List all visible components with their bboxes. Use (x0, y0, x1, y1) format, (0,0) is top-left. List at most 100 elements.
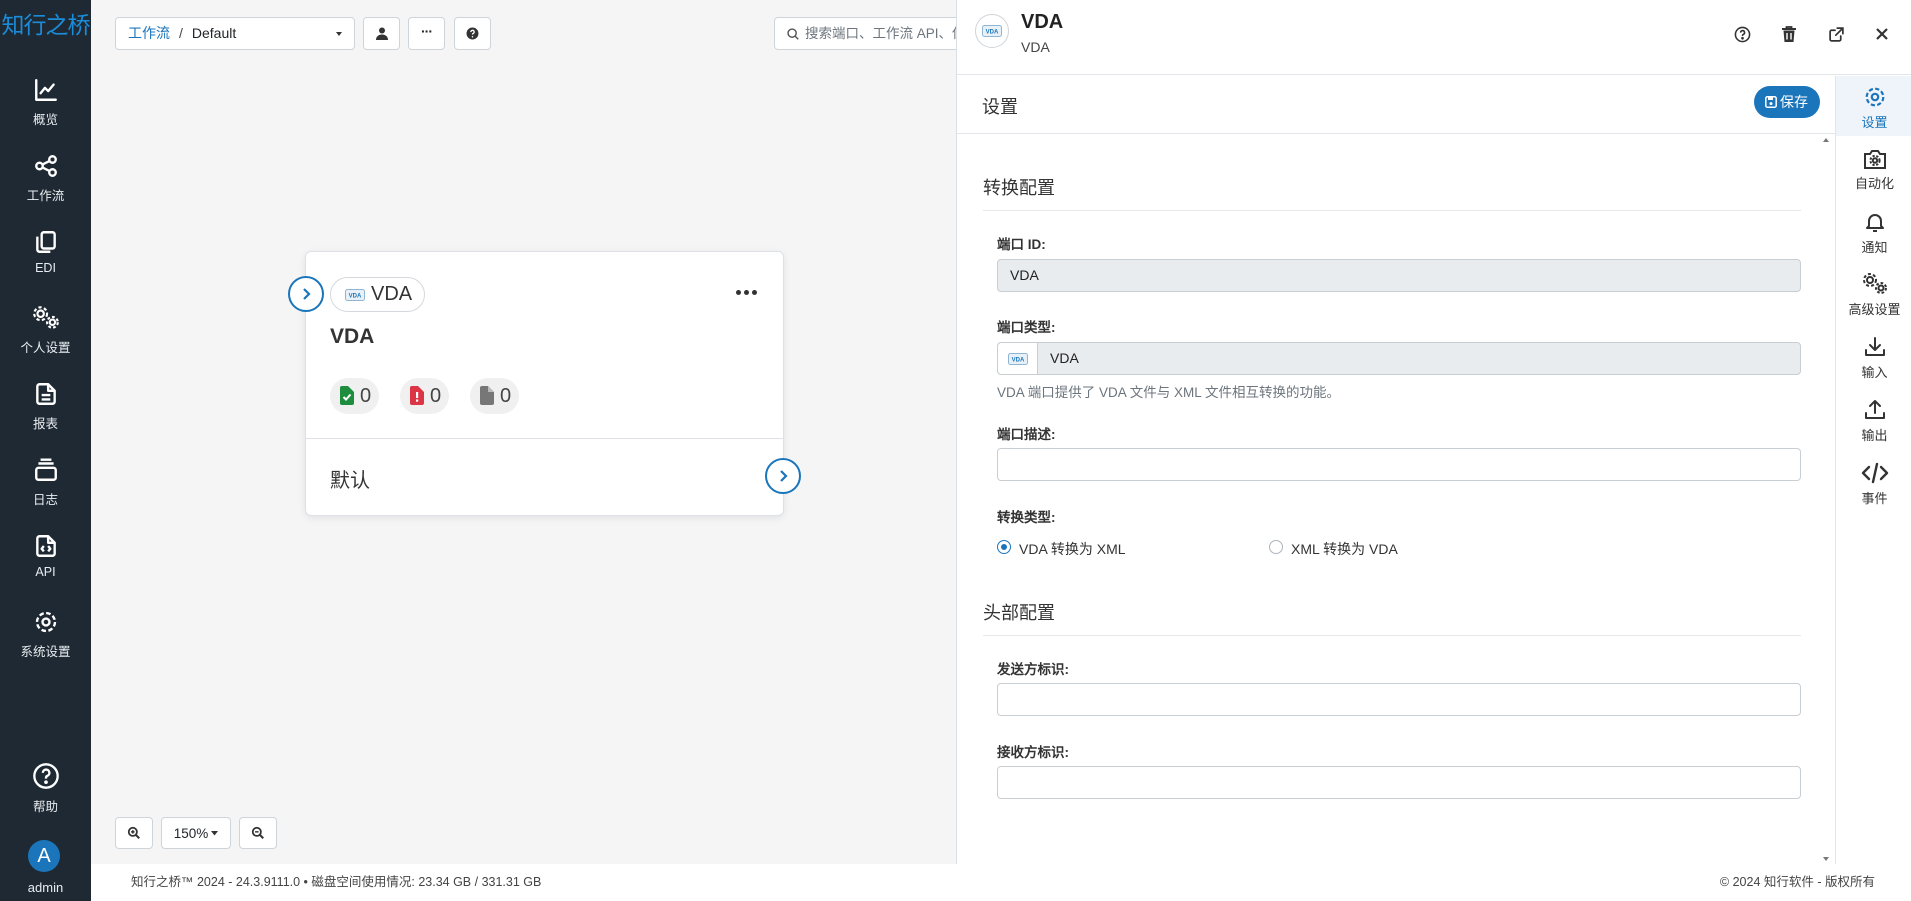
tab-output[interactable]: 输出 (1836, 398, 1911, 444)
help-button[interactable] (454, 17, 491, 50)
sidebar-item-label: 帮助 (32, 800, 58, 814)
connection-label: 默认 (330, 470, 370, 492)
close-icon (1876, 28, 1888, 40)
port-description-textarea[interactable] (997, 448, 1801, 481)
error-count-badge[interactable]: 0 (400, 378, 450, 414)
port-type-label: VDA (371, 283, 413, 305)
sidebar-item-help[interactable]: 帮助 (0, 762, 91, 826)
sidebar-item-label: 系统设置 (20, 645, 71, 659)
pending-count: 0 (500, 385, 512, 407)
tab-settings[interactable]: 设置 (1836, 76, 1911, 136)
camera-gear-icon (1863, 150, 1886, 169)
file-check-icon (340, 386, 354, 405)
scroll-down-arrow[interactable] (1823, 857, 1829, 861)
svg-text:VDA: VDA (1011, 357, 1024, 363)
tab-label: 输出 (1861, 428, 1888, 443)
sidebar-item-api[interactable]: API (0, 533, 91, 597)
success-count: 0 (360, 385, 372, 407)
sidebar-item-edi[interactable]: EDI (0, 229, 91, 293)
sidebar-item-system-settings[interactable]: 系统设置 (0, 609, 91, 673)
panel-help-button[interactable] (1730, 22, 1754, 46)
user-filter-button[interactable] (363, 17, 400, 50)
success-count-badge[interactable]: 0 (330, 378, 380, 414)
tab-automation[interactable]: 自动化 (1836, 148, 1911, 192)
delete-port-button[interactable] (1777, 22, 1801, 46)
save-label: 保存 (1780, 94, 1808, 110)
radio-label: VDA 转换为 XML (1019, 541, 1126, 557)
pending-count-badge[interactable]: 0 (470, 378, 520, 414)
workflow-canvas[interactable]: 工作流 / Default ··· 搜索端口、工作流 API、保 VDA VDA V… (91, 0, 974, 864)
search-input[interactable]: 搜索端口、工作流 API、保 (774, 17, 974, 50)
input-connector-button[interactable] (288, 276, 324, 312)
more-options-button[interactable]: ··· (408, 17, 445, 50)
sidebar-item-personal-settings[interactable]: 个人设置 (0, 305, 91, 369)
svg-text:VDA: VDA (986, 30, 999, 36)
tab-input[interactable]: 输入 (1836, 335, 1911, 381)
radio-vda-to-xml[interactable]: VDA 转换为 XML (997, 539, 1126, 559)
layers-icon (34, 458, 57, 481)
upload-icon (1864, 400, 1885, 419)
avatar[interactable]: A (28, 840, 60, 872)
user-name: admin (27, 880, 64, 895)
port-type-label: 端口类型: (997, 320, 1056, 335)
trash-icon (1782, 25, 1796, 42)
port-type-help: VDA 端口提供了 VDA 文件与 XML 文件相互转换的功能。 (997, 385, 1341, 400)
code-icon (1861, 462, 1888, 484)
sender-id-field[interactable] (997, 683, 1801, 716)
zoom-level: 150% (173, 825, 209, 841)
panel-title: VDA (1021, 11, 1064, 33)
gear-icon (35, 611, 56, 633)
tab-label: 事件 (1861, 491, 1888, 506)
scroll-up-arrow[interactable] (1823, 138, 1829, 142)
conversion-type-label: 转换类型: (997, 510, 1056, 525)
chevron-right-icon (303, 288, 311, 300)
copyright: © 2024 知行软件 - 版权所有 (1719, 875, 1875, 889)
question-circle-icon (32, 763, 59, 789)
port-description-label: 端口描述: (997, 427, 1056, 442)
zoom-level-dropdown[interactable]: 150% (161, 817, 231, 849)
port-type-icon-addon: VDA (998, 343, 1038, 374)
user-icon (375, 27, 388, 40)
chart-line-icon (34, 79, 57, 101)
open-external-button[interactable] (1824, 22, 1848, 46)
port-menu-icon[interactable] (736, 290, 757, 295)
tab-advanced-settings[interactable]: 高级设置 (1836, 272, 1911, 318)
section-conversion-config: 转换配置 (983, 174, 1801, 211)
port-card[interactable]: VDA VDA VDA 0 0 0 默认 (305, 251, 784, 516)
sidebar-item-workflow[interactable]: 工作流 (0, 153, 91, 217)
save-button[interactable]: 保存 (1754, 86, 1820, 118)
card-divider (306, 438, 783, 439)
sidebar-item-reports[interactable]: 报表 (0, 381, 91, 445)
breadcrumb[interactable]: 工作流 / Default (115, 17, 355, 50)
sidebar-item-label: 报表 (32, 417, 58, 431)
port-id-field: VDA (997, 259, 1801, 292)
zoom-in-button[interactable] (115, 817, 153, 849)
copy-icon (35, 231, 56, 253)
radio-xml-to-vda[interactable]: XML 转换为 VDA (1269, 539, 1398, 559)
settings-title: 设置 (982, 97, 1018, 117)
question-circle-icon (1734, 26, 1750, 42)
error-count: 0 (430, 385, 442, 407)
zoom-out-button[interactable] (239, 817, 277, 849)
settings-header: 设置 保存 (957, 76, 1835, 134)
sidebar-item-label: 工作流 (26, 189, 65, 203)
radio-checked-icon (997, 540, 1011, 554)
receiver-id-field[interactable] (997, 766, 1801, 799)
sidebar-item-overview[interactable]: 概览 (0, 77, 91, 141)
breadcrumb-root-link[interactable]: 工作流 (128, 25, 170, 41)
gears-icon (32, 306, 59, 329)
tab-events[interactable]: 事件 (1836, 461, 1911, 507)
tab-label: 输入 (1861, 365, 1888, 380)
gear-icon (1865, 87, 1884, 107)
close-panel-button[interactable] (1870, 22, 1894, 46)
port-type-field: VDA VDA (997, 342, 1801, 375)
radio-label: XML 转换为 VDA (1291, 541, 1398, 557)
tab-notifications[interactable]: 通知 (1836, 210, 1911, 256)
sidebar-item-logs[interactable]: 日志 (0, 457, 91, 521)
output-connector-button[interactable] (765, 458, 801, 494)
receiver-id-label: 接收方标识: (997, 745, 1069, 760)
app-logo[interactable]: 知行之桥 (0, 6, 91, 40)
sidebar-item-label: 日志 (32, 493, 58, 507)
sidebar-item-label: 个人设置 (20, 341, 71, 355)
zoom-out-icon (251, 826, 264, 839)
